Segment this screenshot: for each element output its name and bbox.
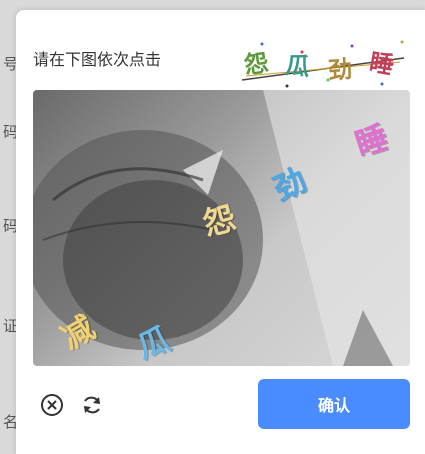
confirm-button[interactable]: 确认 xyxy=(258,379,410,429)
captcha-image[interactable]: 睡 劲 怨 减 瓜 xyxy=(33,90,410,366)
close-circle-icon xyxy=(41,394,63,416)
refresh-button[interactable] xyxy=(78,391,106,419)
captcha-prompt: 请在下图依次点击 xyxy=(33,52,162,69)
target-char: 劲 xyxy=(327,54,354,85)
refresh-icon xyxy=(84,396,100,414)
target-char: 怨 xyxy=(242,47,271,80)
target-characters: 怨 瓜 劲 睡 xyxy=(232,32,412,92)
target-char: 瓜 xyxy=(284,49,312,82)
close-button[interactable] xyxy=(38,391,66,419)
captcha-dialog: 请在下图依次点击 怨 瓜 劲 睡 睡 劲 怨 减 瓜 确认 xyxy=(16,10,425,454)
